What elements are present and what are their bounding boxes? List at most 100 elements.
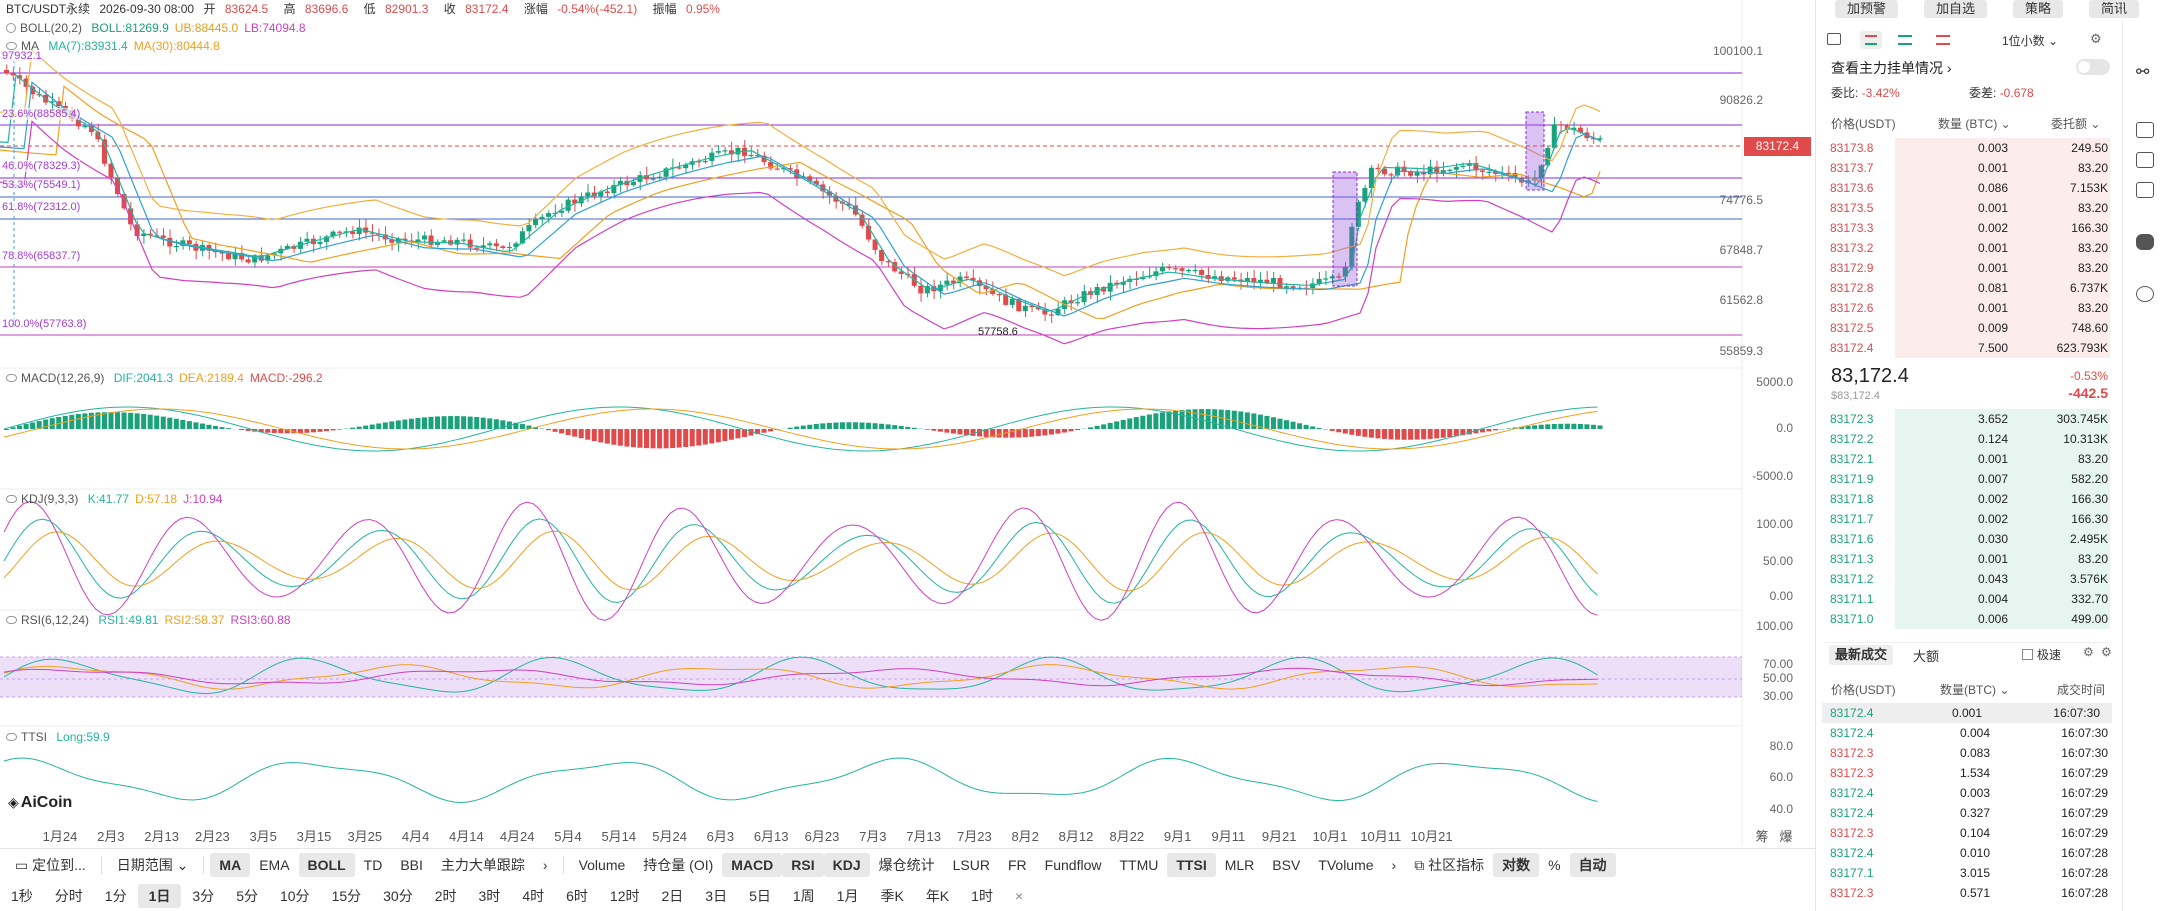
orderbook-row[interactable]: 83171.3 0.001 83.20	[1830, 549, 2110, 569]
trade-row[interactable]: 83177.1 3.015 16:07:28	[1830, 863, 2110, 883]
settings-icon[interactable]: ⚙	[2101, 645, 2112, 659]
orderbook-row[interactable]: 83171.6 0.030 2.495K	[1830, 529, 2110, 549]
date-range-dropdown[interactable]: 日期范围 ⌄	[108, 853, 198, 877]
boll-info[interactable]: BOLL(20,2) BOLL:81269.9 UB:88445.0 LB:7409…	[6, 20, 312, 36]
orderbook-row[interactable]: 83171.1 0.004 332.70	[1830, 589, 2110, 609]
period-9[interactable]: 2时	[424, 884, 468, 908]
period-16[interactable]: 5日	[738, 884, 782, 908]
sub-indicator-2[interactable]: MACD	[722, 852, 783, 877]
trade-row[interactable]: 83172.4 0.327 16:07:29	[1830, 803, 2110, 823]
macd-info[interactable]: MACD(12,26,9) DIF:2041.3 DEA:2189.4 MACD:-…	[6, 370, 329, 386]
orderbook-row[interactable]: 83173.5 0.001 83.20	[1830, 198, 2110, 218]
axis-extra-label[interactable]: 爆	[1756, 826, 1816, 845]
auto-scale-toggle[interactable]: 自动	[1569, 852, 1616, 877]
fib-level-label[interactable]: 53.3%(75549.1)	[2, 179, 81, 191]
fib-level-label[interactable]: 78.8%(65837.7)	[2, 250, 81, 262]
period-18[interactable]: 1月	[826, 884, 870, 908]
sub-indicator-7[interactable]: FR	[999, 853, 1036, 877]
community-indicator-button[interactable]: ⧉ 社区指标	[1405, 853, 1493, 877]
trade-row[interactable]: 83172.4 0.001 16:07:30	[1822, 703, 2112, 723]
calendar-icon[interactable]	[2136, 182, 2154, 198]
period-2[interactable]: 1分	[94, 884, 138, 908]
top-button-1[interactable]: 加自选	[1924, 0, 1988, 18]
visibility-icon[interactable]	[6, 374, 17, 382]
indicator-bbi[interactable]: BBI	[391, 853, 432, 877]
orderbook-row[interactable]: 83171.2 0.043 3.576K	[1830, 569, 2110, 589]
orderbook-row[interactable]: 83173.2 0.001 83.20	[1830, 238, 2110, 258]
fib-level-label[interactable]: 23.6%(88585.4)	[2, 108, 81, 120]
trade-row[interactable]: 83172.3 1.534 16:07:29	[1830, 763, 2110, 783]
period-10[interactable]: 3时	[468, 884, 512, 908]
layout-asks-icon[interactable]	[1936, 35, 1950, 45]
swap-icon[interactable]	[2136, 286, 2154, 302]
sub-indicator-6[interactable]: LSUR	[944, 853, 999, 877]
period-21[interactable]: 1时	[960, 884, 1004, 908]
sub-indicator-1[interactable]: 持仓量 (OI)	[634, 853, 722, 877]
orderbook-row[interactable]: 83172.3 3.652 303.745K	[1830, 409, 2110, 429]
orderbook-row[interactable]: 83172.8 0.081 6.737K	[1830, 278, 2110, 298]
trade-row[interactable]: 83172.3 0.571 16:07:28	[1830, 883, 2110, 903]
settings-icon[interactable]: ⚙	[2090, 31, 2102, 47]
settings-icon[interactable]: ⚙	[2083, 645, 2094, 659]
period-3[interactable]: 1日	[137, 883, 182, 908]
orderbook-row[interactable]: 83173.6 0.086 7.153K	[1830, 178, 2110, 198]
sub-indicator-0[interactable]: Volume	[570, 853, 635, 877]
settings-icon[interactable]	[6, 23, 16, 33]
locate-button[interactable]: ▭ 定位到...	[6, 853, 95, 877]
indicator-ma[interactable]: MA	[210, 852, 251, 877]
kdj-info[interactable]: KDJ(9,3,3) K:41.77 D:57.18 J:10.94	[6, 491, 228, 507]
layout-bids-icon[interactable]	[1898, 35, 1912, 45]
trade-row[interactable]: 83172.4 0.004 16:07:30	[1830, 723, 2110, 743]
period-17[interactable]: 1周	[782, 884, 826, 908]
period-1[interactable]: 分时	[44, 884, 94, 908]
fib-level-label[interactable]: 100.0%(57763.8)	[2, 318, 87, 330]
indicator-td[interactable]: TD	[355, 853, 392, 877]
log-scale-toggle[interactable]: 对数	[1493, 852, 1540, 877]
period-5[interactable]: 5分	[225, 884, 269, 908]
chart-area[interactable]: BTC/USDT永续 2026-09-30 08:00 开 83624.5 高 …	[0, 0, 1815, 845]
orderbook-row[interactable]: 83171.0 0.006 499.00	[1830, 609, 2110, 629]
close-icon[interactable]: ×	[1004, 884, 1034, 908]
period-4[interactable]: 3分	[181, 884, 225, 908]
orderbook-row[interactable]: 83172.1 0.001 83.20	[1830, 449, 2110, 469]
orderbook-row[interactable]: 83172.2 0.124 10.313K	[1830, 429, 2110, 449]
orderbook-row[interactable]: 83171.9 0.007 582.20	[1830, 469, 2110, 489]
sub-indicator-4[interactable]: KDJ	[823, 852, 870, 877]
sub-indicator-8[interactable]: Fundflow	[1036, 853, 1111, 877]
expand-icon[interactable]	[1827, 33, 1841, 45]
orderbook-row[interactable]: 83171.7 0.002 166.30	[1830, 509, 2110, 529]
main-orders-toggle[interactable]	[2076, 59, 2110, 75]
col-qty[interactable]: 数量 (BTC) ⌄	[1938, 115, 2011, 132]
sub-indicator-12[interactable]: BSV	[1263, 853, 1309, 877]
period-19[interactable]: 季K	[869, 884, 914, 908]
layout-both-icon[interactable]	[1860, 31, 1882, 49]
period-0[interactable]: 1秒	[0, 884, 44, 908]
orderbook-row[interactable]: 83172.5 0.009 748.60	[1830, 318, 2110, 338]
sub-indicator-3[interactable]: RSI	[782, 852, 824, 877]
tab-latest-trades[interactable]: 最新成交	[1829, 645, 1894, 665]
indicator-boll[interactable]: BOLL	[298, 852, 355, 877]
indicator-ema[interactable]: EMA	[250, 853, 298, 877]
visibility-icon[interactable]	[6, 495, 17, 503]
period-13[interactable]: 12时	[599, 884, 651, 908]
bot-icon[interactable]	[2136, 234, 2154, 250]
fib-level-label[interactable]: 46.0%(78329.3)	[2, 160, 81, 172]
chevron-right-icon[interactable]: ›	[1383, 853, 1406, 877]
decimals-dropdown[interactable]: 1位小数 ⌄	[2002, 32, 2058, 49]
visibility-icon[interactable]	[6, 733, 17, 741]
chevron-right-icon[interactable]: ›	[534, 853, 557, 877]
period-14[interactable]: 2日	[650, 884, 694, 908]
kline-chart[interactable]	[0, 0, 1815, 845]
period-11[interactable]: 4时	[511, 884, 555, 908]
period-7[interactable]: 15分	[321, 884, 373, 908]
box-icon[interactable]	[2136, 152, 2154, 168]
orderbook-row[interactable]: 83172.9 0.001 83.20	[1830, 258, 2110, 278]
tab-large-trades[interactable]: 大额	[1913, 646, 1939, 665]
orderbook-row[interactable]: 83173.8 0.003 249.50	[1830, 138, 2110, 158]
orderbook-row[interactable]: 83172.6 0.001 83.20	[1830, 298, 2110, 318]
top-button-0[interactable]: 加预警	[1835, 0, 1899, 18]
fib-level-label[interactable]: 61.8%(72312.0)	[2, 201, 81, 213]
network-icon[interactable]: ⚯	[2136, 62, 2154, 81]
trade-row[interactable]: 83172.3 0.104 16:07:29	[1830, 823, 2110, 843]
period-6[interactable]: 10分	[269, 884, 321, 908]
